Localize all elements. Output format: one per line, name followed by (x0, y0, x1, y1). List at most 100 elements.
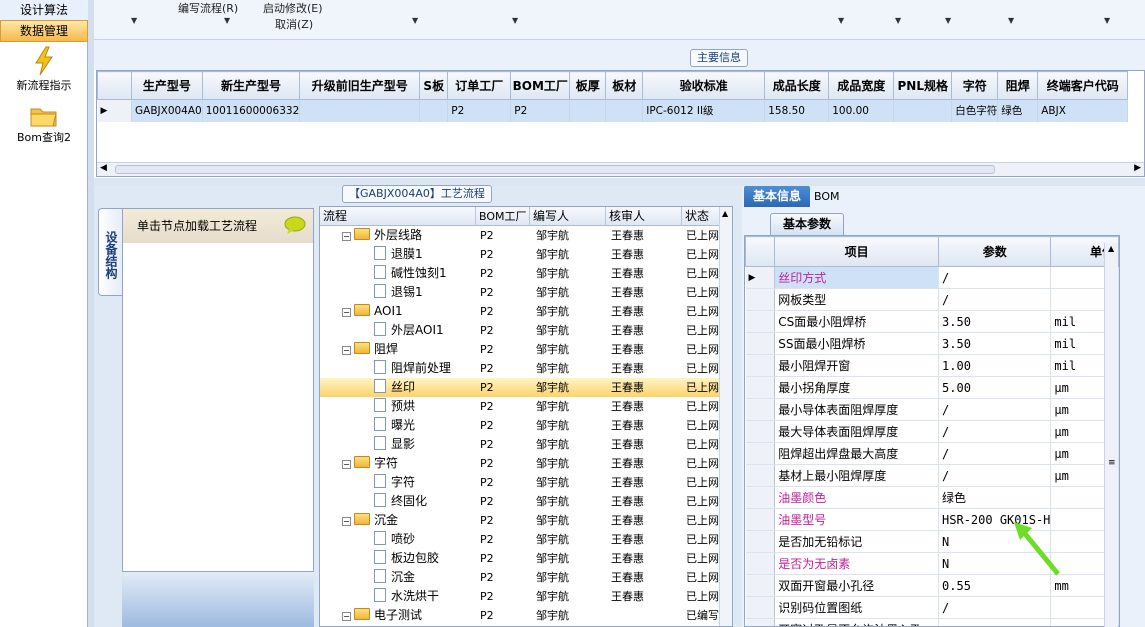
param-value[interactable]: / (938, 442, 1052, 465)
nav-design-algorithm[interactable]: 设计算法 (0, 0, 88, 22)
cell-8[interactable]: IPC-6012 II级 (642, 99, 766, 122)
col-7[interactable]: 板材 (605, 71, 644, 100)
tree-node[interactable]: 退锡1 (374, 283, 423, 302)
dropdown-arrow-icon[interactable]: ▼ (838, 16, 844, 25)
tree-node[interactable]: 外层AOI1 (374, 321, 444, 340)
tree-node[interactable]: − 阻焊 (342, 340, 398, 359)
param-row[interactable]: 是否为无卤素 N (745, 552, 1119, 575)
scroll-right-icon[interactable]: ▶ (1134, 163, 1141, 173)
cell-9[interactable]: 158.50 (764, 99, 830, 122)
param-value[interactable]: / (938, 420, 1052, 443)
tab-basic-params[interactable]: 基本参数 (770, 213, 844, 235)
col-10[interactable]: 成品宽度 (828, 71, 895, 100)
new-flow-button[interactable]: 新流程指示 (0, 46, 88, 93)
cell-0[interactable]: GABJX004A0 (131, 99, 203, 122)
param-value[interactable]: / (938, 464, 1052, 487)
col-14[interactable]: 终端客户代码 (1037, 71, 1129, 100)
tree-row[interactable]: 外层AOI1 P2 邹宇航 王春惠 已上网 (320, 321, 720, 340)
tab-bom[interactable]: BOM (814, 186, 854, 207)
cancel-button[interactable]: 取消(Z) (275, 16, 313, 32)
scroll-up-icon[interactable]: ▲ (1108, 244, 1114, 253)
tree-row[interactable]: 阻焊前处理 P2 邹宇航 王春惠 已上网 (320, 359, 720, 378)
cell-10[interactable]: 100.00 (828, 99, 895, 122)
tab-equipment-structure[interactable]: 设备结构 (98, 208, 122, 296)
dropdown-arrow-icon[interactable]: ▼ (512, 16, 518, 25)
cell-12[interactable]: 白色字符 (951, 99, 999, 122)
param-row[interactable]: ▶ 丝印方式 / (745, 266, 1119, 289)
col-item[interactable]: 项目 (774, 236, 940, 267)
col-flow[interactable]: 流程 (320, 207, 476, 226)
col-1[interactable]: 新生产型号 (201, 71, 301, 100)
collapse-icon[interactable]: − (342, 612, 351, 621)
cell-7[interactable] (605, 99, 644, 122)
tree-node[interactable]: − 字符 (342, 454, 398, 473)
tree-node[interactable]: 显影 (374, 435, 415, 454)
scroll-left-icon[interactable]: ◀ (100, 163, 107, 173)
param-value[interactable]: / (938, 266, 1052, 289)
col-writer[interactable]: 编写人 (530, 207, 606, 226)
dropdown-arrow-icon[interactable]: ▼ (131, 16, 137, 25)
tree-row[interactable]: − 阻焊 P2 邹宇航 王春惠 已上网 (320, 340, 720, 359)
param-row[interactable]: 油墨型号 HSR-200 GK01S-H (745, 508, 1119, 531)
tree-row[interactable]: 退锡1 P2 邹宇航 王春惠 已上网 (320, 283, 720, 302)
param-row[interactable]: 双面开窗最小孔径 0.55 mm (745, 574, 1119, 597)
dropdown-arrow-icon[interactable]: ▼ (945, 16, 951, 25)
col-bom-factory[interactable]: BOM工厂 (476, 207, 530, 226)
dropdown-arrow-icon[interactable]: ▼ (412, 16, 418, 25)
collapse-icon[interactable]: − (342, 308, 351, 317)
table-row[interactable]: ▶ GABJX004A0 10011600006332 P2 P2 IPC-6012 I… (97, 99, 1129, 122)
tree-row[interactable]: − 字符 P2 邹宇航 王春惠 已上网 (320, 454, 720, 473)
param-row[interactable]: 油墨颜色 绿色 (745, 486, 1119, 509)
col-9[interactable]: 成品长度 (764, 71, 830, 100)
tree-row[interactable]: 退膜1 P2 邹宇航 王春惠 已上网 (320, 245, 720, 264)
tree-row[interactable]: 碱性蚀刻1 P2 邹宇航 王春惠 已上网 (320, 264, 720, 283)
cell-4[interactable]: P2 (447, 99, 512, 122)
cell-5[interactable]: P2 (510, 99, 571, 122)
param-row[interactable]: 基材上最小阻焊厚度 / μm (745, 464, 1119, 487)
params-vertical-scrollbar[interactable]: ▲ ≡ (1104, 243, 1118, 627)
tree-node[interactable]: 沉金 (374, 568, 415, 587)
tree-row[interactable]: 板边包胶 P2 邹宇航 王春惠 已上网 (320, 549, 720, 568)
cell-2[interactable] (299, 99, 421, 122)
scroll-thumb[interactable] (115, 165, 995, 174)
dropdown-arrow-icon[interactable]: ▼ (224, 16, 230, 25)
cell-14[interactable]: ABJX (1037, 99, 1129, 122)
col-param[interactable]: 参数 (938, 236, 1052, 267)
tree-row[interactable]: 预烘 P2 邹宇航 王春惠 已上网 (320, 397, 720, 416)
dropdown-arrow-icon[interactable]: ▼ (1008, 16, 1014, 25)
bom-query-button[interactable]: Bom查询2 (0, 104, 88, 145)
tree-node[interactable]: 板边包胶 (374, 549, 439, 568)
tree-row[interactable]: 喷砂 P2 邹宇航 王春惠 已上网 (320, 530, 720, 549)
col-status[interactable]: 状态 (682, 207, 720, 226)
tree-node[interactable]: − 沉金 (342, 511, 398, 530)
nav-data-management[interactable]: 数据管理 (0, 20, 88, 42)
collapse-icon[interactable]: − (342, 232, 351, 241)
col-reviewer[interactable]: 核审人 (606, 207, 682, 226)
tree-node[interactable]: 阻焊前处理 (374, 359, 451, 378)
param-value[interactable]: 3.50 (938, 332, 1052, 355)
tree-node[interactable]: − 电子测试 (342, 606, 422, 625)
param-value[interactable] (938, 618, 1052, 626)
col-2[interactable]: 升级前旧生产型号 (299, 71, 421, 100)
tree-node[interactable]: 水洗烘干 (374, 587, 439, 606)
horizontal-splitter[interactable] (94, 178, 1145, 186)
param-value[interactable]: 3.50 (938, 310, 1052, 333)
tree-node[interactable]: 碱性蚀刻1 (374, 264, 447, 283)
tree-node[interactable]: 终固化 (374, 492, 427, 511)
tree-row[interactable]: 曝光 P2 邹宇航 王春惠 已上网 (320, 416, 720, 435)
start-modify-button[interactable]: 启动修改(E) (263, 0, 323, 16)
param-row[interactable]: 识别码位置图纸 / (745, 596, 1119, 619)
param-value[interactable]: / (938, 288, 1052, 311)
tree-row[interactable]: 显影 P2 邹宇航 王春惠 已上网 (320, 435, 720, 454)
write-flow-button[interactable]: 编写流程(R) (178, 0, 238, 16)
cell-3[interactable] (419, 99, 449, 122)
tree-vertical-scrollbar[interactable]: ▲ (719, 207, 732, 626)
param-row[interactable]: SS面最小阻焊桥 3.50 mil (745, 332, 1119, 355)
tree-node[interactable]: 预烘 (374, 397, 415, 416)
cell-1[interactable]: 10011600006332 (202, 99, 301, 122)
param-value[interactable]: / (938, 398, 1052, 421)
scroll-up-icon[interactable]: ▲ (722, 209, 728, 218)
tree-row[interactable]: 终固化 P2 邹宇航 王春惠 已上网 (320, 492, 720, 511)
col-3[interactable]: S板 (419, 71, 449, 100)
tree-row[interactable]: − AOI1 P2 邹宇航 王春惠 已上网 (320, 302, 720, 321)
